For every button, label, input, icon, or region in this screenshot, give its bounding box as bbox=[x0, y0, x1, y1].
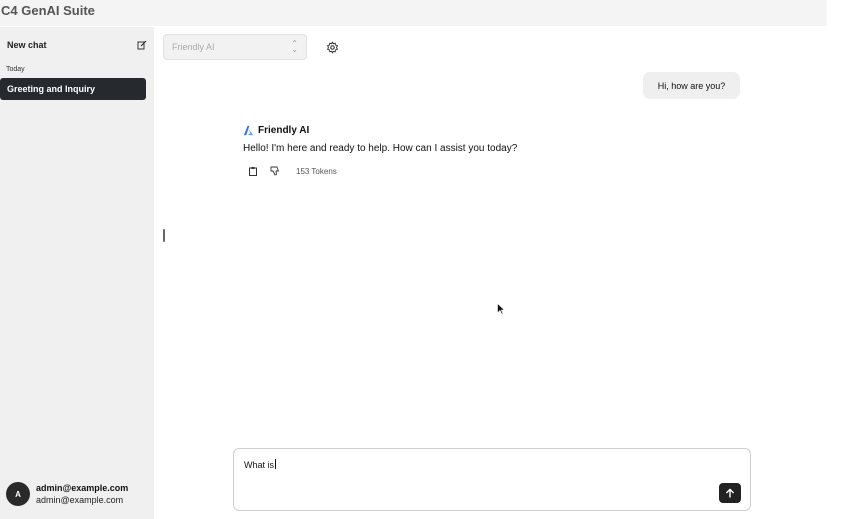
avatar: A bbox=[6, 482, 30, 506]
assistant-message-text: Hello! I'm here and ready to help. How c… bbox=[243, 143, 518, 154]
token-count: 153 Tokens bbox=[296, 166, 337, 176]
azure-logo-icon bbox=[243, 125, 254, 136]
chevron-up-down-icon: ⌃ ⌄ bbox=[291, 39, 298, 54]
assistant-header: Friendly AI bbox=[243, 125, 309, 136]
sidebar: New chat Today Greeting and Inquiry A ad… bbox=[0, 27, 154, 519]
user-message-bubble: Hi, how are you? bbox=[643, 72, 740, 99]
message-composer[interactable]: What is bbox=[233, 448, 751, 511]
assistant-name: Friendly AI bbox=[258, 125, 310, 136]
arrow-up-icon bbox=[726, 488, 734, 498]
message-actions: 153 Tokens bbox=[248, 166, 337, 176]
message-input-text: What is bbox=[244, 460, 275, 470]
section-label-today: Today bbox=[6, 66, 25, 73]
thumbs-down-icon[interactable] bbox=[270, 166, 280, 176]
message-input[interactable]: What is bbox=[244, 459, 277, 470]
panel-resize-handle[interactable] bbox=[163, 229, 165, 242]
user-email: admin@example.com bbox=[36, 495, 124, 505]
new-chat-label: New chat bbox=[7, 40, 47, 50]
gear-icon[interactable] bbox=[326, 41, 339, 54]
send-button[interactable] bbox=[719, 483, 741, 503]
chat-history-item[interactable]: Greeting and Inquiry bbox=[0, 78, 146, 100]
user-name: admin@example.com bbox=[36, 483, 129, 493]
clipboard-icon[interactable] bbox=[248, 166, 258, 176]
user-message-text: Hi, how are you? bbox=[657, 80, 726, 91]
text-caret bbox=[275, 459, 277, 469]
edit-icon[interactable] bbox=[137, 40, 147, 50]
app-title: C4 GenAI Suite bbox=[1, 3, 95, 18]
new-chat-button[interactable]: New chat bbox=[7, 38, 147, 52]
model-select-value: Friendly AI bbox=[172, 42, 215, 52]
chat-history-item-label: Greeting and Inquiry bbox=[7, 84, 96, 94]
model-select[interactable]: Friendly AI ⌃ ⌄ bbox=[163, 34, 307, 60]
user-profile[interactable]: A admin@example.com admin@example.com bbox=[6, 481, 128, 507]
top-bar: C4 GenAI Suite bbox=[0, 0, 827, 26]
mouse-pointer-icon bbox=[497, 303, 505, 315]
